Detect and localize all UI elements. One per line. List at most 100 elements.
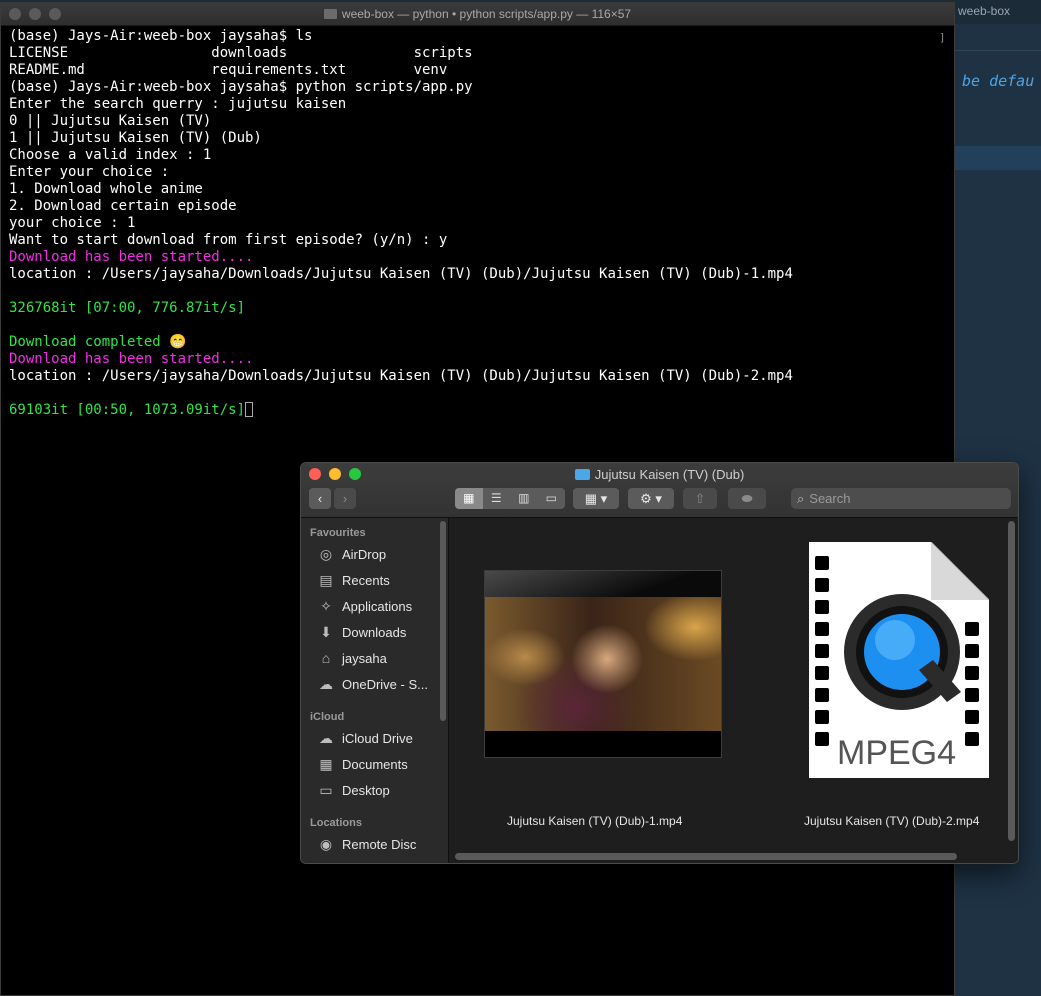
search-icon: ⌕ <box>797 491 805 506</box>
terminal-line-text: 1. Download whole anime <box>9 181 203 197</box>
terminal-line-text: Enter your choice : <box>9 164 170 180</box>
sidebar-item-label: jaysaha <box>342 651 387 666</box>
editor-tab[interactable]: weeb-box <box>958 4 1010 18</box>
file-thumbnail-video[interactable] <box>484 570 722 758</box>
terminal-title-text: weeb-box — python • python scripts/app.p… <box>341 7 632 21</box>
terminal-line-text: 326768it [07:00, 776.87it/s] <box>9 300 246 316</box>
sidebar-item-icloud-drive[interactable]: ☁ iCloud Drive <box>317 728 413 748</box>
mpeg4-document-icon[interactable]: MPEG4 <box>807 541 990 778</box>
icon-view-icon[interactable]: ▦ <box>455 488 483 509</box>
video-frame-image <box>485 597 721 731</box>
thumbnail-gloss <box>485 571 721 597</box>
list-view-icon[interactable]: ☰ <box>483 488 511 509</box>
terminal-line: Download has been started.... <box>9 351 944 368</box>
sidebar-item-documents[interactable]: ▦ Documents <box>317 754 408 774</box>
group-button[interactable]: ▦ ▾ <box>573 488 619 509</box>
terminal-line: README.md requirements.txt venv <box>9 62 944 79</box>
sidebar-item-label: iCloud Drive <box>342 731 413 746</box>
terminal-line-text: 2. Download certain episode <box>9 198 237 214</box>
terminal-line-text: Download completed 😁 <box>9 334 187 350</box>
terminal-line-text: 1 || Jujutsu Kaisen (TV) (Dub) <box>9 130 262 146</box>
terminal-line-text: (base) Jays-Air:weeb-box jaysaha$ python… <box>9 79 473 95</box>
terminal-line-text: location : /Users/jaysaha/Downloads/Juju… <box>9 368 793 384</box>
search-placeholder: Search <box>809 491 851 506</box>
finder-toolbar: Jujutsu Kaisen (TV) (Dub) ‹ › ▦ ☰ ▥ ▭ ▦ … <box>301 463 1018 518</box>
sidebar-heading-icloud: iCloud <box>310 711 345 723</box>
forward-button[interactable]: › <box>334 488 356 509</box>
cloud-icon: ☁ <box>319 676 333 692</box>
sidebar-item-label: Remote Disc <box>342 837 417 852</box>
terminal-line-text: Download has been started.... <box>9 249 254 265</box>
column-view-icon[interactable]: ▥ <box>510 488 538 509</box>
chevron-right-icon: › <box>342 491 348 506</box>
sidebar-item-onedrive-s[interactable]: ☁ OneDrive - S... <box>317 674 428 694</box>
documents-icon: ▦ <box>319 756 333 772</box>
terminal-cursor <box>245 402 254 417</box>
icloud-icon: ☁ <box>319 730 333 746</box>
terminal-line-text: 69103it [00:50, 1073.09it/s] <box>9 402 246 418</box>
sidebar-item-jaysaha[interactable]: ⌂ jaysaha <box>317 648 387 668</box>
finder-title: Jujutsu Kaisen (TV) (Dub) <box>301 467 1018 482</box>
terminal-line-text: (base) Jays-Air:weeb-box jaysaha$ ls <box>9 28 313 44</box>
terminal-titlebar[interactable]: weeb-box — python • python scripts/app.p… <box>1 3 954 26</box>
sidebar-item-remote-disc[interactable]: ◉ Remote Disc <box>317 834 417 854</box>
sidebar-item-recents[interactable]: ▤ Recents <box>317 570 390 590</box>
terminal-line: Download completed 😁 <box>9 334 944 351</box>
sidebar-scrollbar[interactable] <box>440 521 446 721</box>
sidebar-item-downloads[interactable]: ⬇ Downloads <box>317 622 406 642</box>
sidebar-item-label: Applications <box>342 599 413 614</box>
terminal-line: LICENSE downloads scripts <box>9 45 944 62</box>
terminal-line: Download has been started.... <box>9 249 944 266</box>
finder-content[interactable]: Jujutsu Kaisen (TV) (Dub)-1.mp4 MPEG4 Ju… <box>449 518 1018 863</box>
home-icon: ⌂ <box>321 650 331 666</box>
search-field[interactable]: ⌕ Search <box>791 488 1011 509</box>
folder-icon <box>574 469 590 480</box>
back-button[interactable]: ‹ <box>309 488 331 509</box>
terminal-line-text: location : /Users/jaysaha/Downloads/Juju… <box>9 266 793 282</box>
terminal-line-text: Enter the search querry : jujutsu kaisen <box>9 96 347 112</box>
tags-button[interactable]: ⬬ <box>728 488 766 509</box>
downloads-icon: ⬇ <box>320 624 332 640</box>
sidebar-item-label: Recents <box>342 573 390 588</box>
terminal-line: 1. Download whole anime <box>9 181 944 198</box>
share-icon: ⇧ <box>694 491 706 506</box>
desktop-icon: ▭ <box>319 782 333 798</box>
share-button[interactable]: ⇧ <box>683 488 717 509</box>
terminal-line-text: Choose a valid index : 1 <box>9 147 212 163</box>
finder-sidebar: Favourites ◎ AirDrop ▤ Recents ✧ Applications… <box>301 518 449 863</box>
content-horizontal-scrollbar[interactable] <box>455 853 957 860</box>
terminal-line: Enter the search querry : jujutsu kaisen <box>9 96 944 113</box>
file-name-2[interactable]: Jujutsu Kaisen (TV) (Dub)-2.mp4 <box>804 814 979 828</box>
sidebar-item-label: Desktop <box>342 783 390 798</box>
disc-icon: ◉ <box>319 836 333 852</box>
sidebar-heading-locations: Locations <box>310 817 362 829</box>
finder-window[interactable]: Jujutsu Kaisen (TV) (Dub) ‹ › ▦ ☰ ▥ ▭ ▦ … <box>300 462 1019 864</box>
sidebar-item-airdrop[interactable]: ◎ AirDrop <box>317 544 386 564</box>
recents-icon: ▤ <box>319 572 333 588</box>
sidebar-item-label: Downloads <box>342 625 407 640</box>
terminal-line-text: LICENSE downloads scripts <box>9 45 473 61</box>
action-button[interactable]: ⚙ ▾ <box>628 488 674 509</box>
terminal-line: location : /Users/jaysaha/Downloads/Juju… <box>9 368 944 385</box>
terminal-line: location : /Users/jaysaha/Downloads/Juju… <box>9 266 944 283</box>
terminal-line-text: your choice : 1 <box>9 215 136 231</box>
sidebar-item-desktop[interactable]: ▭ Desktop <box>317 780 390 800</box>
sidebar-item-applications[interactable]: ✧ Applications <box>317 596 412 616</box>
terminal-line: Want to start download from first episod… <box>9 232 944 249</box>
gear-icon: ⚙ ▾ <box>640 491 662 506</box>
terminal-output[interactable]: (base) Jays-Air:weeb-box jaysaha$ ls LICE… <box>9 28 944 419</box>
gallery-view-icon[interactable]: ▭ <box>538 488 566 509</box>
terminal-line: 0 || Jujutsu Kaisen (TV) <box>9 113 944 130</box>
view-mode-control[interactable]: ▦ ☰ ▥ ▭ <box>455 488 565 509</box>
terminal-line: (base) Jays-Air:weeb-box jaysaha$ python… <box>9 79 944 96</box>
applications-icon: ✧ <box>320 598 332 614</box>
file-name-1[interactable]: Jujutsu Kaisen (TV) (Dub)-1.mp4 <box>507 814 682 828</box>
sidebar-item-label: Documents <box>342 757 408 772</box>
folder-icon <box>323 9 337 19</box>
content-vertical-scrollbar[interactable] <box>1008 521 1015 841</box>
terminal-line-text: Download has been started.... <box>9 351 254 367</box>
terminal-line: (base) Jays-Air:weeb-box jaysaha$ ls <box>9 28 944 45</box>
